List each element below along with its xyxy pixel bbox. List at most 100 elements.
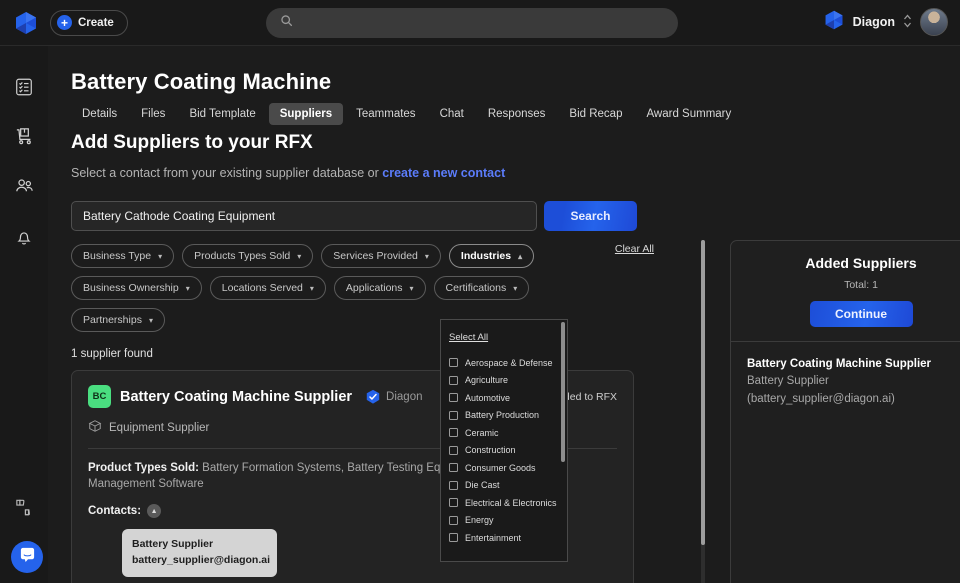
added-suppliers-total: Total: 1 bbox=[731, 279, 960, 291]
added-supplier-row: Battery Coating Machine Supplier Battery… bbox=[731, 342, 960, 422]
checkbox-icon[interactable] bbox=[449, 463, 458, 472]
create-new-contact-link[interactable]: create a new contact bbox=[382, 166, 505, 180]
industries-option-label: Automotive bbox=[465, 393, 510, 403]
filter-chip-certifications[interactable]: Certifications ▾ bbox=[434, 276, 530, 300]
dropdown-scrollbar-thumb[interactable] bbox=[561, 322, 565, 462]
tab-files[interactable]: Files bbox=[130, 103, 176, 125]
sidebar-item-suppliers[interactable] bbox=[7, 172, 41, 206]
section-subtitle-text: Select a contact from your existing supp… bbox=[71, 166, 382, 180]
added-supplier-name: Battery Coating Machine Supplier bbox=[747, 356, 960, 373]
chevron-down-icon: ▾ bbox=[310, 284, 314, 293]
sidebar-item-orders[interactable] bbox=[7, 122, 41, 156]
avatar[interactable] bbox=[920, 8, 948, 36]
chevron-down-icon: ▾ bbox=[513, 284, 517, 293]
chevron-updown-icon[interactable] bbox=[903, 13, 912, 32]
results-scrollbar-track[interactable] bbox=[701, 240, 705, 583]
tab-suppliers[interactable]: Suppliers bbox=[269, 103, 343, 125]
checkbox-icon[interactable] bbox=[449, 446, 458, 455]
filter-chip-locations-served[interactable]: Locations Served ▾ bbox=[210, 276, 326, 300]
checkbox-icon[interactable] bbox=[449, 376, 458, 385]
checkbox-icon[interactable] bbox=[449, 481, 458, 490]
tab-bid-recap[interactable]: Bid Recap bbox=[558, 103, 633, 125]
chevron-up-icon[interactable]: ▲ bbox=[147, 504, 161, 518]
verified-label: Diagon bbox=[386, 391, 422, 403]
clear-all-button[interactable]: Clear All bbox=[615, 243, 654, 255]
checkbox-icon[interactable] bbox=[449, 393, 458, 402]
intercom-chat-button[interactable] bbox=[11, 541, 43, 573]
filter-chip-business-type[interactable]: Business Type ▾ bbox=[71, 244, 174, 268]
contact-chip[interactable]: Battery Supplier battery_supplier@diagon… bbox=[122, 529, 277, 577]
left-rail bbox=[0, 46, 48, 583]
people-icon bbox=[14, 176, 35, 202]
industries-option-label: Ceramic bbox=[465, 428, 499, 438]
sidebar-item-notifications[interactable] bbox=[7, 222, 41, 256]
chat-bubble-icon bbox=[19, 546, 36, 568]
supplier-initials-badge: BC bbox=[88, 385, 111, 408]
global-search[interactable] bbox=[266, 8, 678, 38]
tab-chat[interactable]: Chat bbox=[429, 103, 475, 125]
product-types-label: Product Types Sold: bbox=[88, 462, 199, 474]
org-switcher[interactable]: Diagon bbox=[823, 8, 948, 36]
added-suppliers-title: Added Suppliers bbox=[731, 255, 960, 271]
filter-chip-partnerships[interactable]: Partnerships ▾ bbox=[71, 308, 165, 332]
verified-check-icon bbox=[365, 389, 381, 405]
tab-teammates[interactable]: Teammates bbox=[345, 103, 426, 125]
industries-option[interactable]: Entertainment bbox=[441, 529, 567, 547]
tab-award-summary[interactable]: Award Summary bbox=[635, 103, 742, 125]
supplier-search-input[interactable] bbox=[71, 201, 537, 231]
sidebar-item-projects[interactable] bbox=[7, 72, 41, 106]
industries-option-label: Construction bbox=[465, 445, 516, 455]
checkbox-icon[interactable] bbox=[449, 428, 458, 437]
industries-option-label: Consumer Goods bbox=[465, 463, 536, 473]
package-icon bbox=[88, 419, 102, 436]
industries-option[interactable]: Construction bbox=[441, 442, 567, 460]
industries-option[interactable]: Agriculture bbox=[441, 372, 567, 390]
org-name: Diagon bbox=[853, 15, 895, 29]
filter-chip-business-ownership[interactable]: Business Ownership ▾ bbox=[71, 276, 202, 300]
contact-email: battery_supplier@diagon.ai bbox=[132, 553, 267, 569]
thumbs-feedback-icon[interactable] bbox=[14, 497, 35, 523]
checkbox-icon[interactable] bbox=[449, 533, 458, 542]
chevron-up-icon: ▴ bbox=[518, 252, 522, 261]
industries-option[interactable]: Energy bbox=[441, 512, 567, 530]
cart-icon bbox=[14, 126, 35, 152]
industries-option[interactable]: Aerospace & Defense bbox=[441, 354, 567, 372]
search-button[interactable]: Search bbox=[544, 201, 637, 231]
cube-logo-icon[interactable] bbox=[13, 10, 39, 36]
select-all-button[interactable]: Select All bbox=[449, 332, 488, 343]
contact-name: Battery Supplier bbox=[132, 537, 267, 553]
chevron-down-icon: ▾ bbox=[158, 252, 162, 261]
checkbox-icon[interactable] bbox=[449, 516, 458, 525]
plus-icon: + bbox=[57, 15, 72, 30]
filter-chip-label: Business Ownership bbox=[83, 282, 179, 294]
industries-option-label: Entertainment bbox=[465, 533, 521, 543]
chevron-down-icon: ▾ bbox=[425, 252, 429, 261]
industries-option[interactable]: Automotive bbox=[441, 389, 567, 407]
checkbox-icon[interactable] bbox=[449, 498, 458, 507]
filter-chip-applications[interactable]: Applications ▾ bbox=[334, 276, 426, 300]
results-scrollbar-thumb[interactable] bbox=[701, 240, 705, 545]
industries-option[interactable]: Ceramic bbox=[441, 424, 567, 442]
tab-details[interactable]: Details bbox=[71, 103, 128, 125]
industries-option-label: Aerospace & Defense bbox=[465, 358, 553, 368]
industries-option[interactable]: Battery Production bbox=[441, 407, 567, 425]
checkbox-icon[interactable] bbox=[449, 358, 458, 367]
industries-option-list: Aerospace & Defense Agriculture Automoti… bbox=[441, 354, 567, 547]
chevron-down-icon: ▾ bbox=[297, 252, 301, 261]
tab-responses[interactable]: Responses bbox=[477, 103, 557, 125]
filter-chip-products-types-sold[interactable]: Products Types Sold ▾ bbox=[182, 244, 313, 268]
industries-option[interactable]: Electrical & Electronics bbox=[441, 494, 567, 512]
industries-option[interactable]: Consumer Goods bbox=[441, 459, 567, 477]
continue-button[interactable]: Continue bbox=[810, 301, 913, 327]
tab-bid-template[interactable]: Bid Template bbox=[178, 103, 266, 125]
checkbox-icon[interactable] bbox=[449, 411, 458, 420]
industries-option[interactable]: Die Cast bbox=[441, 477, 567, 495]
create-button[interactable]: + Create bbox=[50, 10, 128, 36]
filter-chip-services-provided[interactable]: Services Provided ▾ bbox=[321, 244, 441, 268]
industries-dropdown: Select All Aerospace & Defense Agricultu… bbox=[440, 319, 568, 562]
filter-chip-label: Locations Served bbox=[222, 282, 303, 294]
global-search-input[interactable] bbox=[301, 16, 664, 30]
filter-chip-industries[interactable]: Industries ▴ bbox=[449, 244, 534, 268]
supplier-type-label: Equipment Supplier bbox=[109, 422, 209, 434]
verified-by: Diagon bbox=[365, 389, 422, 405]
